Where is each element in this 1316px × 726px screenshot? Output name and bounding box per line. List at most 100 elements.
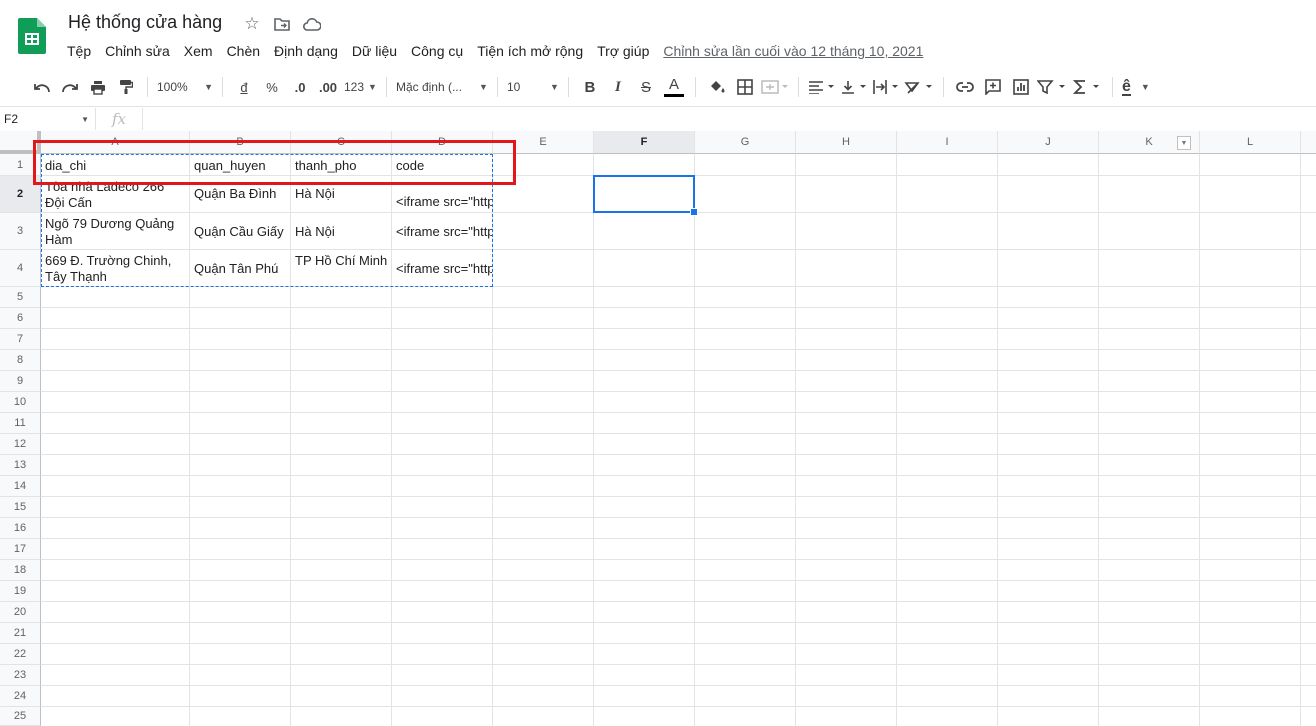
strikethrough-button[interactable]: S [634, 74, 658, 100]
column-header-i[interactable]: I [897, 131, 998, 154]
print-icon[interactable] [86, 74, 110, 100]
row-header-21[interactable]: 21 [0, 623, 41, 644]
insert-comment-icon[interactable] [981, 74, 1005, 100]
text-color-swatch [663, 93, 684, 97]
formula-input[interactable] [143, 108, 1316, 130]
gridline [41, 433, 1316, 434]
menu-file[interactable]: Tệp [60, 41, 98, 61]
text-wrapping-icon[interactable] [872, 74, 900, 100]
column-header-l[interactable]: L [1200, 131, 1301, 154]
paint-format-icon[interactable] [114, 74, 138, 100]
gridline [41, 454, 1316, 455]
redo-icon[interactable] [58, 74, 82, 100]
row-header-16[interactable]: 16 [0, 518, 41, 539]
font-family-select[interactable]: Mặc định (... ▼ [396, 74, 488, 100]
more-formats-label: 123 [344, 80, 365, 94]
input-tools-button[interactable]: ê ▼ [1121, 74, 1150, 100]
name-box[interactable]: F2 ▼ [0, 108, 96, 130]
chevron-down-icon: ▼ [479, 82, 488, 92]
gridline [694, 154, 695, 726]
formula-bar: F2 ▼ fx [0, 106, 1316, 132]
menu-format[interactable]: Định dạng [267, 41, 345, 61]
row-header-18[interactable]: 18 [0, 560, 41, 581]
row-header-23[interactable]: 23 [0, 665, 41, 686]
column-header-h[interactable]: H [796, 131, 897, 154]
last-edit-link[interactable]: Chỉnh sửa lần cuối vào 12 tháng 10, 2021 [663, 43, 923, 59]
document-title[interactable]: Hệ thống cửa hàng [68, 12, 222, 33]
menu-data[interactable]: Dữ liệu [345, 41, 404, 61]
row-header-15[interactable]: 15 [0, 497, 41, 518]
insert-link-icon[interactable] [953, 74, 977, 100]
more-formats-button[interactable]: 123 ▼ [344, 74, 377, 100]
chevron-down-icon: ▼ [81, 114, 89, 124]
toolbar-separator [797, 77, 799, 97]
vertical-align-icon[interactable] [840, 74, 868, 100]
row-header-14[interactable]: 14 [0, 476, 41, 497]
column-header-j[interactable]: J [998, 131, 1099, 154]
row-header-6[interactable]: 6 [0, 308, 41, 329]
italic-button[interactable]: I [606, 74, 630, 100]
currency-format-button[interactable]: đ [232, 74, 256, 100]
menu-view[interactable]: Xem [177, 41, 220, 61]
row-header-9[interactable]: 9 [0, 371, 41, 392]
row-header-4[interactable]: 4 [0, 250, 41, 287]
gridline [41, 685, 1316, 686]
menu-bar: Tệp Chỉnh sửa Xem Chèn Định dạng Dữ liệu… [60, 41, 923, 61]
zoom-value: 100% [157, 80, 188, 94]
font-size-select[interactable]: 10 ▼ [507, 74, 559, 100]
bold-button[interactable]: B [578, 74, 602, 100]
insert-chart-icon[interactable] [1009, 74, 1033, 100]
text-color-label: A [668, 75, 679, 93]
row-header-13[interactable]: 13 [0, 455, 41, 476]
menu-edit[interactable]: Chỉnh sửa [98, 41, 177, 61]
row-header-17[interactable]: 17 [0, 539, 41, 560]
row-header-10[interactable]: 10 [0, 392, 41, 413]
filter-icon[interactable] [1036, 74, 1069, 100]
functions-icon[interactable] [1072, 74, 1103, 100]
star-icon[interactable]: ☆ [242, 14, 262, 34]
menu-tools[interactable]: Công cụ [404, 41, 470, 61]
borders-icon[interactable] [733, 74, 757, 100]
column-menu-chevron-icon[interactable]: ▼ [1177, 136, 1191, 150]
move-to-folder-icon[interactable] [272, 14, 292, 34]
sheets-logo-icon[interactable] [18, 18, 46, 54]
gridline [896, 154, 897, 726]
row-header-12[interactable]: 12 [0, 434, 41, 455]
font-family-value: Mặc định (... [395, 80, 462, 94]
zoom-select[interactable]: 100% ▼ [157, 74, 213, 100]
text-rotation-icon[interactable] [904, 74, 934, 100]
horizontal-align-icon[interactable] [808, 74, 836, 100]
merge-cells-icon[interactable] [761, 74, 789, 100]
gridline [41, 517, 1316, 518]
selected-cell-f2[interactable] [593, 175, 695, 213]
fill-handle[interactable] [690, 208, 698, 216]
column-header-g[interactable]: G [695, 131, 796, 154]
gridline [41, 538, 1316, 539]
row-header-22[interactable]: 22 [0, 644, 41, 665]
column-header-k[interactable]: K ▼ [1099, 131, 1200, 154]
menu-help[interactable]: Trợ giúp [590, 41, 656, 61]
cloud-status-icon[interactable] [302, 14, 322, 34]
gridline [41, 475, 1316, 476]
percent-format-button[interactable]: % [260, 74, 284, 100]
row-header-7[interactable]: 7 [0, 329, 41, 350]
row-header-3[interactable]: 3 [0, 213, 41, 250]
decrease-decimal-button[interactable]: .0 [288, 74, 312, 100]
menu-insert[interactable]: Chèn [220, 41, 267, 61]
row-header-24[interactable]: 24 [0, 686, 41, 707]
row-header-19[interactable]: 19 [0, 581, 41, 602]
column-header-f[interactable]: F [594, 131, 695, 154]
fill-color-icon[interactable] [705, 74, 729, 100]
chevron-down-icon: ▼ [368, 82, 377, 92]
row-header-5[interactable]: 5 [0, 287, 41, 308]
row-header-25[interactable]: 25 [0, 707, 41, 726]
text-color-button[interactable]: A [662, 74, 686, 100]
menu-extensions[interactable]: Tiện ích mở rộng [470, 41, 590, 61]
undo-icon[interactable] [30, 74, 54, 100]
row-header-20[interactable]: 20 [0, 602, 41, 623]
increase-decimal-button[interactable]: .00 [316, 74, 340, 100]
row-header-11[interactable]: 11 [0, 413, 41, 434]
gridline [1098, 154, 1099, 726]
row-header-8[interactable]: 8 [0, 350, 41, 371]
sheet-grid[interactable]: A B C D E F G H I J K ▼ L 1 2 3 4 5 6 7 … [0, 131, 1316, 726]
